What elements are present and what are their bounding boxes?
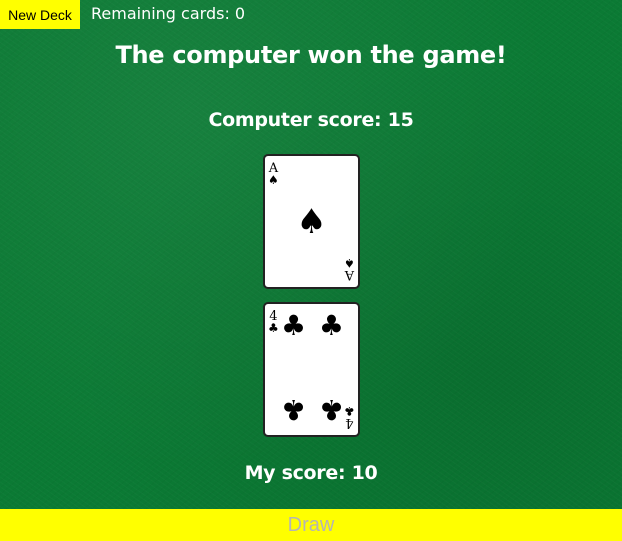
spades-icon: ♠ (344, 256, 355, 270)
new-deck-button[interactable]: New Deck (0, 0, 80, 29)
draw-button[interactable]: Draw (0, 509, 622, 541)
my-score: My score: 10 (244, 462, 378, 484)
card-corner-bottom-right: A ♠ (344, 256, 355, 282)
game-result-message: The computer won the game! (115, 41, 507, 69)
spades-icon: ♠ (268, 173, 279, 187)
clubs-icon: ♣ (281, 393, 307, 426)
clubs-icon: ♣ (281, 309, 307, 342)
card-corner-bottom-right: 4 ♣ (344, 404, 355, 430)
card-corner-top-left: 4 ♣ (268, 310, 279, 334)
player-card: 4 ♣ ♣ ♣ ♣ ♣ 4 ♣ (263, 302, 360, 437)
clubs-icon: ♣ (318, 309, 344, 342)
computer-card: A ♠ ♠ A ♠ (263, 154, 360, 289)
remaining-cards-counter: Remaining cards: 0 (91, 3, 246, 23)
clubs-icon: ♣ (344, 404, 355, 418)
computer-score: Computer score: 15 (208, 109, 414, 131)
top-bar: New Deck Remaining cards: 0 (0, 0, 245, 29)
clubs-icon: ♣ (318, 393, 344, 426)
card-corner-top-left: A ♠ (268, 162, 279, 186)
clubs-icon: ♣ (268, 321, 279, 335)
spades-icon: ♠ (296, 201, 327, 242)
